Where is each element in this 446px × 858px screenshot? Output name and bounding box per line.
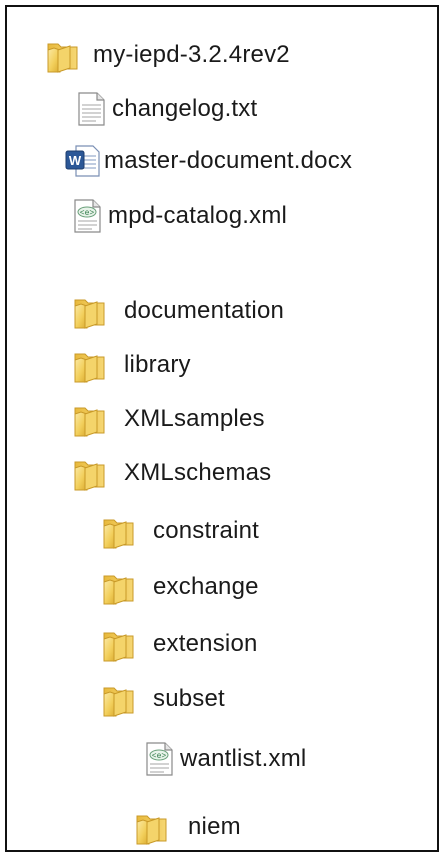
tree-item-library[interactable]: library <box>72 345 191 385</box>
folder-icon <box>103 632 134 662</box>
tree-item-label: XMLsamples <box>124 405 265 432</box>
text-file-icon <box>78 92 105 126</box>
folder-icon <box>74 407 105 437</box>
tree-item-constraint[interactable]: constraint <box>101 511 259 551</box>
folder-icon <box>74 461 105 491</box>
tree-item-label: extension <box>153 630 258 657</box>
tree-item-extension[interactable]: extension <box>101 624 258 664</box>
tree-item-changelog[interactable]: changelog.txt <box>72 89 257 129</box>
tree-item-label: master-document.docx <box>104 147 353 174</box>
svg-text:<e>: <e> <box>152 752 167 761</box>
tree-item-documentation[interactable]: documentation <box>72 291 284 331</box>
tree-item-label: my-iepd-3.2.4rev2 <box>93 41 290 68</box>
folder-icon <box>136 815 167 845</box>
folder-icon <box>74 299 105 329</box>
tree-item-mpd-catalog[interactable]: <e> mpd-catalog.xml <box>68 196 287 236</box>
tree-item-my-iepd-3.2.4rev2[interactable]: my-iepd-3.2.4rev2 <box>45 35 290 75</box>
tree-item-label: changelog.txt <box>112 95 258 122</box>
tree-item-subset[interactable]: subset <box>101 679 225 719</box>
tree-item-niem[interactable]: niem <box>134 807 241 847</box>
svg-text:<e>: <e> <box>80 209 95 218</box>
folder-icon <box>47 43 78 73</box>
tree-item-label: wantlist.xml <box>180 745 307 772</box>
tree-item-label: niem <box>188 813 241 840</box>
folder-tree-panel: my-iepd-3.2.4rev2 changelog.txt W master… <box>5 5 439 852</box>
tree-item-label: documentation <box>124 297 285 324</box>
folder-icon <box>103 687 134 717</box>
tree-item-label: constraint <box>153 517 260 544</box>
tree-item-wantlist[interactable]: <e> wantlist.xml <box>140 739 306 779</box>
tree-item-label: mpd-catalog.xml <box>108 202 288 229</box>
folder-icon <box>103 575 134 605</box>
folder-icon <box>74 353 105 383</box>
xml-file-icon: <e> <box>146 742 173 776</box>
tree-item-xmlschemas[interactable]: XMLschemas <box>72 453 271 493</box>
tree-item-label: subset <box>153 685 225 712</box>
xml-file-icon: <e> <box>74 199 101 233</box>
tree-item-exchange[interactable]: exchange <box>101 567 259 607</box>
tree-item-xmlsamples[interactable]: XMLsamples <box>72 399 265 439</box>
tree-item-label: library <box>124 351 191 378</box>
tree-item-label: XMLschemas <box>124 459 272 486</box>
folder-icon <box>103 519 134 549</box>
tree-item-label: exchange <box>153 573 259 600</box>
svg-text:W: W <box>69 153 82 168</box>
word-document-icon: W <box>65 145 100 177</box>
tree-item-master-document[interactable]: W master-document.docx <box>64 141 352 181</box>
